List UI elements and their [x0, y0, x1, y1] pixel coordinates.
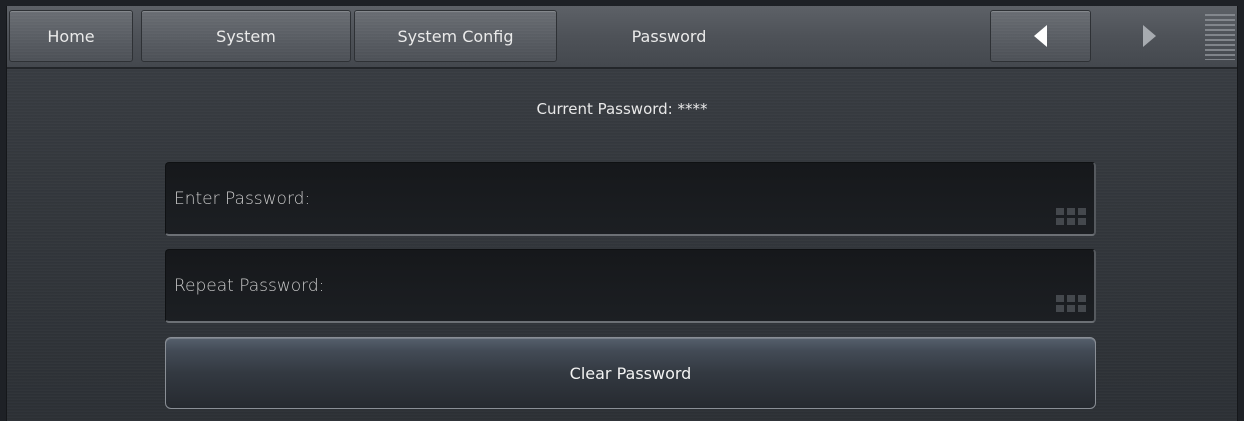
keypad-icon[interactable] — [1056, 295, 1086, 313]
enter-password-label: Enter Password: — [174, 189, 311, 209]
hamburger-menu-icon[interactable] — [1205, 14, 1235, 60]
tab-system-label: System — [216, 26, 276, 46]
app-window: Home System System Config Password Curre… — [6, 6, 1238, 421]
clear-password-label: Clear Password — [569, 363, 692, 383]
triangle-left-icon — [1034, 25, 1047, 47]
clear-password-button[interactable]: Clear Password — [165, 337, 1096, 409]
tab-home[interactable]: Home — [9, 10, 133, 62]
forward-button[interactable] — [1097, 10, 1202, 62]
current-password-status: Current Password: **** — [536, 100, 708, 118]
top-nav-bar: Home System System Config Password — [7, 6, 1237, 69]
tab-system-config-label: System Config — [397, 26, 514, 46]
keypad-icon[interactable] — [1056, 208, 1086, 226]
tab-system-config[interactable]: System Config — [354, 10, 557, 62]
repeat-password-label: Repeat Password: — [174, 276, 325, 296]
tab-system[interactable]: System — [141, 10, 351, 62]
tab-home-label: Home — [47, 26, 95, 46]
triangle-right-icon — [1143, 25, 1156, 47]
tab-password-label: Password — [631, 26, 707, 46]
back-button[interactable] — [990, 10, 1091, 62]
repeat-password-field[interactable]: Repeat Password: — [165, 249, 1096, 323]
enter-password-field[interactable]: Enter Password: — [165, 162, 1096, 236]
tab-password-current: Password — [560, 10, 778, 62]
